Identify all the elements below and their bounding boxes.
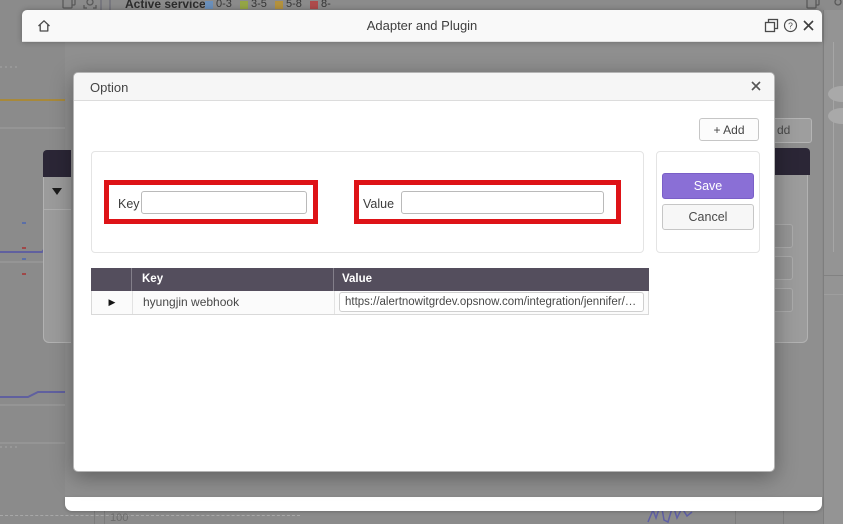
- options-table: Key Value ▶ hyungjin webhook https://ale…: [91, 268, 649, 315]
- occluded-table-header-fragment: [43, 150, 71, 177]
- chart-gridline-fragment: [0, 515, 300, 516]
- restore-window-icon[interactable]: [763, 18, 779, 34]
- key-input[interactable]: [141, 191, 307, 214]
- dialog-title: Adapter and Plugin: [22, 18, 822, 33]
- legend-label: 0-3: [216, 0, 232, 10]
- column-header-value: Value: [334, 268, 649, 291]
- cancel-button[interactable]: Cancel: [662, 204, 754, 230]
- panel-border: [824, 294, 843, 295]
- value-input[interactable]: [401, 191, 604, 214]
- close-icon[interactable]: [748, 79, 764, 95]
- screen: Active service 0-3 3-5 5-8 8-: [0, 0, 843, 524]
- legend-swatch-3-5: [240, 1, 248, 9]
- target-icon: [831, 0, 843, 9]
- panel-border: [824, 275, 843, 276]
- chart-axis-fragment: [104, 511, 105, 524]
- value-label: Value: [363, 197, 394, 211]
- chart-tick-fragment: [22, 273, 26, 275]
- close-icon[interactable]: [800, 18, 816, 34]
- column-header-key: Key: [132, 268, 334, 291]
- background-right-panel: [823, 10, 843, 524]
- chart-legend-title: Active service: [125, 0, 206, 10]
- panel-border: [833, 42, 834, 252]
- ellipse-shape: [828, 86, 843, 102]
- chart-tick-fragment: [22, 247, 26, 249]
- target-icon: [83, 0, 97, 9]
- svg-text:?: ?: [788, 21, 793, 31]
- row-value-text: https://alertnowitgrdev.opsnow.com/integ…: [339, 292, 644, 312]
- divider: [100, 0, 102, 10]
- adapter-dialog-titlebar: Adapter and Plugin ?: [22, 10, 822, 42]
- legend-swatch-0-3: [205, 1, 213, 9]
- legend-label: 3-5: [251, 0, 267, 10]
- modal-titlebar: Option: [74, 73, 774, 101]
- occluded-add-label: dd: [777, 123, 790, 137]
- chart-axis-fragment: [94, 511, 95, 524]
- ellipse-shape: [828, 108, 843, 124]
- row-value-cell: https://alertnowitgrdev.opsnow.com/integ…: [335, 291, 648, 314]
- legend-label: 5-8: [286, 0, 302, 10]
- chart-axis-fragment: [783, 511, 784, 524]
- table-header-row: Key Value: [91, 268, 649, 291]
- adapter-dialog-bottom-edge: [65, 497, 822, 511]
- modal-title: Option: [90, 80, 128, 95]
- legend-swatch-8plus: [310, 1, 318, 9]
- row-key-cell: hyungjin webhook: [133, 291, 335, 314]
- column-header-expand: [91, 268, 132, 291]
- table-row[interactable]: ▶ hyungjin webhook https://alertnowitgrd…: [91, 291, 649, 315]
- windows-icon: [62, 0, 76, 9]
- chart-axis-fragment: [735, 511, 736, 524]
- legend-label: 8-: [321, 0, 331, 10]
- divider: [109, 0, 111, 10]
- dashboard-top-strip: Active service 0-3 3-5 5-8 8-: [0, 0, 843, 10]
- save-button[interactable]: Save: [662, 173, 754, 199]
- occluded-panel-fragment: [43, 177, 71, 343]
- row-expand-icon[interactable]: ▶: [92, 291, 133, 314]
- legend-swatch-5-8: [275, 1, 283, 9]
- windows-icon: [806, 0, 820, 9]
- add-button[interactable]: + Add: [699, 118, 759, 141]
- key-label: Key: [118, 197, 140, 211]
- dropdown-arrow-icon: [52, 188, 62, 195]
- chart-tick-fragment: [22, 258, 26, 260]
- axis-tick-label: 100: [110, 512, 128, 524]
- action-panel: [656, 151, 760, 253]
- option-modal: Option + Add Key Value Save Cancel Key V…: [73, 72, 775, 472]
- help-icon[interactable]: ?: [782, 18, 798, 34]
- chart-tick-fragment: [22, 222, 26, 224]
- panel-border: [44, 209, 71, 210]
